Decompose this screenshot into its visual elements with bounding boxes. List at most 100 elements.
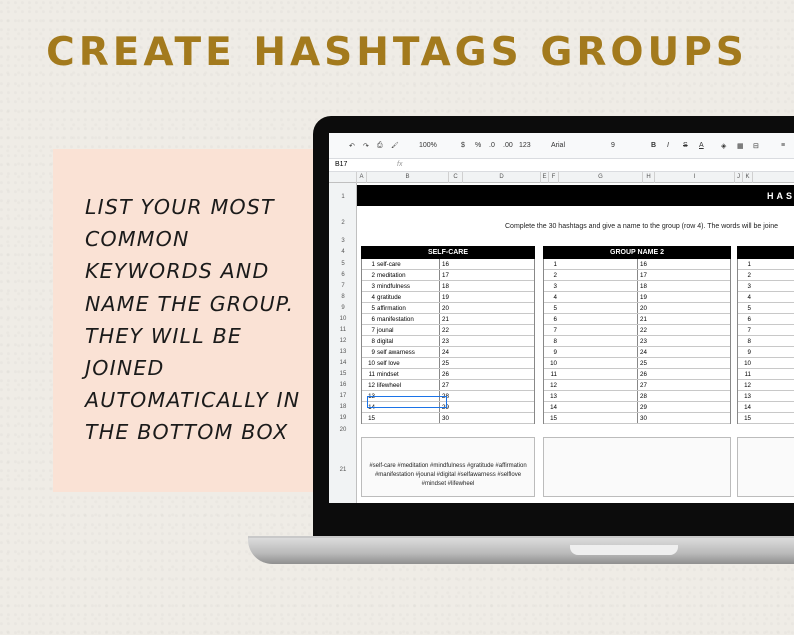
font-select[interactable]: Arial [551,142,565,149]
hashtag-cell[interactable]: manifestation [377,316,414,323]
hashtag-row[interactable]: 8 digital 23 [362,336,534,347]
row-header[interactable]: 6 [329,272,357,278]
row-header[interactable]: 18 [329,404,357,410]
hashtag-row[interactable]: 7 22 [544,325,730,336]
hashtag-row[interactable]: 10 [738,358,794,369]
row-header[interactable]: 8 [329,294,357,300]
hashtag-row[interactable]: 2 meditation 17 [362,270,534,281]
text-color-button[interactable]: A [699,142,704,149]
row-header[interactable]: 15 [329,371,357,377]
row-header[interactable]: 7 [329,283,357,289]
col-header[interactable]: F [549,172,559,183]
print-icon[interactable]: ⎙ [377,142,383,150]
percent-button[interactable]: % [475,142,481,149]
col-header[interactable]: D [463,172,541,183]
hashtag-row[interactable]: 5 [738,303,794,314]
col-header[interactable]: K [743,172,753,183]
increase-decimal-button[interactable]: .00 [503,142,513,149]
row-header[interactable]: 11 [329,327,357,333]
hashtag-row[interactable]: 4 19 [544,292,730,303]
hashtag-cell[interactable]: lifewheel [377,382,401,389]
hashtag-output-box[interactable] [543,437,731,497]
hashtag-cell[interactable]: jounal [377,327,394,334]
row-header[interactable]: 21 [329,467,357,473]
hashtag-row[interactable]: 5 affirmation 20 [362,303,534,314]
hashtag-row[interactable]: 6 [738,314,794,325]
group-title[interactable]: GROUP NAME 2 [543,246,731,259]
hashtag-row[interactable]: 8 [738,336,794,347]
hashtag-row[interactable]: 15 30 [544,413,730,424]
hashtag-row[interactable]: 1 16 [544,259,730,270]
col-header[interactable]: E [541,172,549,183]
col-header[interactable]: B [367,172,449,183]
hashtag-row[interactable]: 8 23 [544,336,730,347]
row-header[interactable]: 1 [329,194,357,200]
hashtag-row[interactable]: 12 27 [544,380,730,391]
hashtag-row[interactable]: 15 [738,413,794,424]
hashtag-row[interactable]: 15 30 [362,413,534,424]
hashtag-row[interactable]: 4 [738,292,794,303]
hashtag-cell[interactable]: self love [377,360,400,367]
hashtag-row[interactable]: 4 gratitude 19 [362,292,534,303]
row-header[interactable]: 12 [329,338,357,344]
hashtag-cell[interactable]: digital [377,338,393,345]
hashtag-row[interactable]: 2 [738,270,794,281]
hashtag-row[interactable]: 3 mindfulness 18 [362,281,534,292]
strikethrough-button[interactable]: S [683,142,688,149]
hashtag-row[interactable]: 6 manifestation 21 [362,314,534,325]
redo-icon[interactable]: ↷ [363,142,369,150]
hashtag-row[interactable]: 3 18 [544,281,730,292]
borders-icon[interactable]: ▦ [737,142,744,150]
hashtag-cell[interactable]: affirmation [377,305,406,312]
row-header[interactable]: 16 [329,382,357,388]
hashtag-row[interactable]: 3 [738,281,794,292]
hashtag-row[interactable]: 9 self awarness 24 [362,347,534,358]
align-icon[interactable]: ≡ [781,142,785,149]
hashtag-row[interactable]: 12 [738,380,794,391]
merge-cells-icon[interactable]: ⊟ [753,142,759,150]
hashtag-row[interactable]: 1 [738,259,794,270]
hashtag-row[interactable]: 7 jounal 22 [362,325,534,336]
hashtag-row[interactable]: 2 17 [544,270,730,281]
hashtag-row[interactable]: 14 [738,402,794,413]
row-header[interactable]: 17 [329,393,357,399]
hashtag-cell[interactable]: self awarness [377,349,415,356]
bold-button[interactable]: B [651,142,656,149]
italic-button[interactable]: I [667,142,669,149]
row-header[interactable]: 9 [329,305,357,311]
more-formats-select[interactable]: 123 [519,142,531,149]
group-title[interactable] [737,246,794,259]
name-box[interactable]: B17 [335,161,347,168]
col-header[interactable]: H [643,172,655,183]
row-header[interactable]: 14 [329,360,357,366]
col-header[interactable]: A [357,172,367,183]
hashtag-row[interactable]: 9 24 [544,347,730,358]
group-title[interactable]: SELF-CARE [361,246,535,259]
undo-icon[interactable]: ↶ [349,142,355,150]
row-header[interactable]: 10 [329,316,357,322]
hashtag-output-box[interactable]: #self-care #meditation #mindfulness #gra… [361,437,535,497]
col-header[interactable]: I [655,172,735,183]
hashtag-row[interactable]: 10 self love 25 [362,358,534,369]
row-header[interactable]: 3 [329,238,357,244]
hashtag-row[interactable]: 11 mindset 26 [362,369,534,380]
hashtag-row[interactable]: 14 29 [544,402,730,413]
zoom-select[interactable]: 100% [419,142,437,149]
hashtag-cell[interactable]: meditation [377,272,406,279]
hashtag-row[interactable]: 13 [738,391,794,402]
row-header[interactable]: 5 [329,261,357,267]
hashtag-row[interactable]: 10 25 [544,358,730,369]
decrease-decimal-button[interactable]: .0 [489,142,495,149]
col-header[interactable]: J [735,172,743,183]
hashtag-cell[interactable]: mindset [377,371,399,378]
row-header[interactable]: 4 [329,249,357,255]
col-header[interactable]: C [449,172,463,183]
hashtag-row[interactable]: 11 26 [544,369,730,380]
row-header[interactable]: 19 [329,415,357,421]
hashtag-row[interactable]: 13 28 [544,391,730,402]
hashtag-output-box[interactable] [737,437,794,497]
currency-button[interactable]: $ [461,142,465,149]
hashtag-cell[interactable]: mindfulness [377,283,410,290]
hashtag-cell[interactable]: self-care [377,261,401,268]
row-header[interactable]: 13 [329,349,357,355]
